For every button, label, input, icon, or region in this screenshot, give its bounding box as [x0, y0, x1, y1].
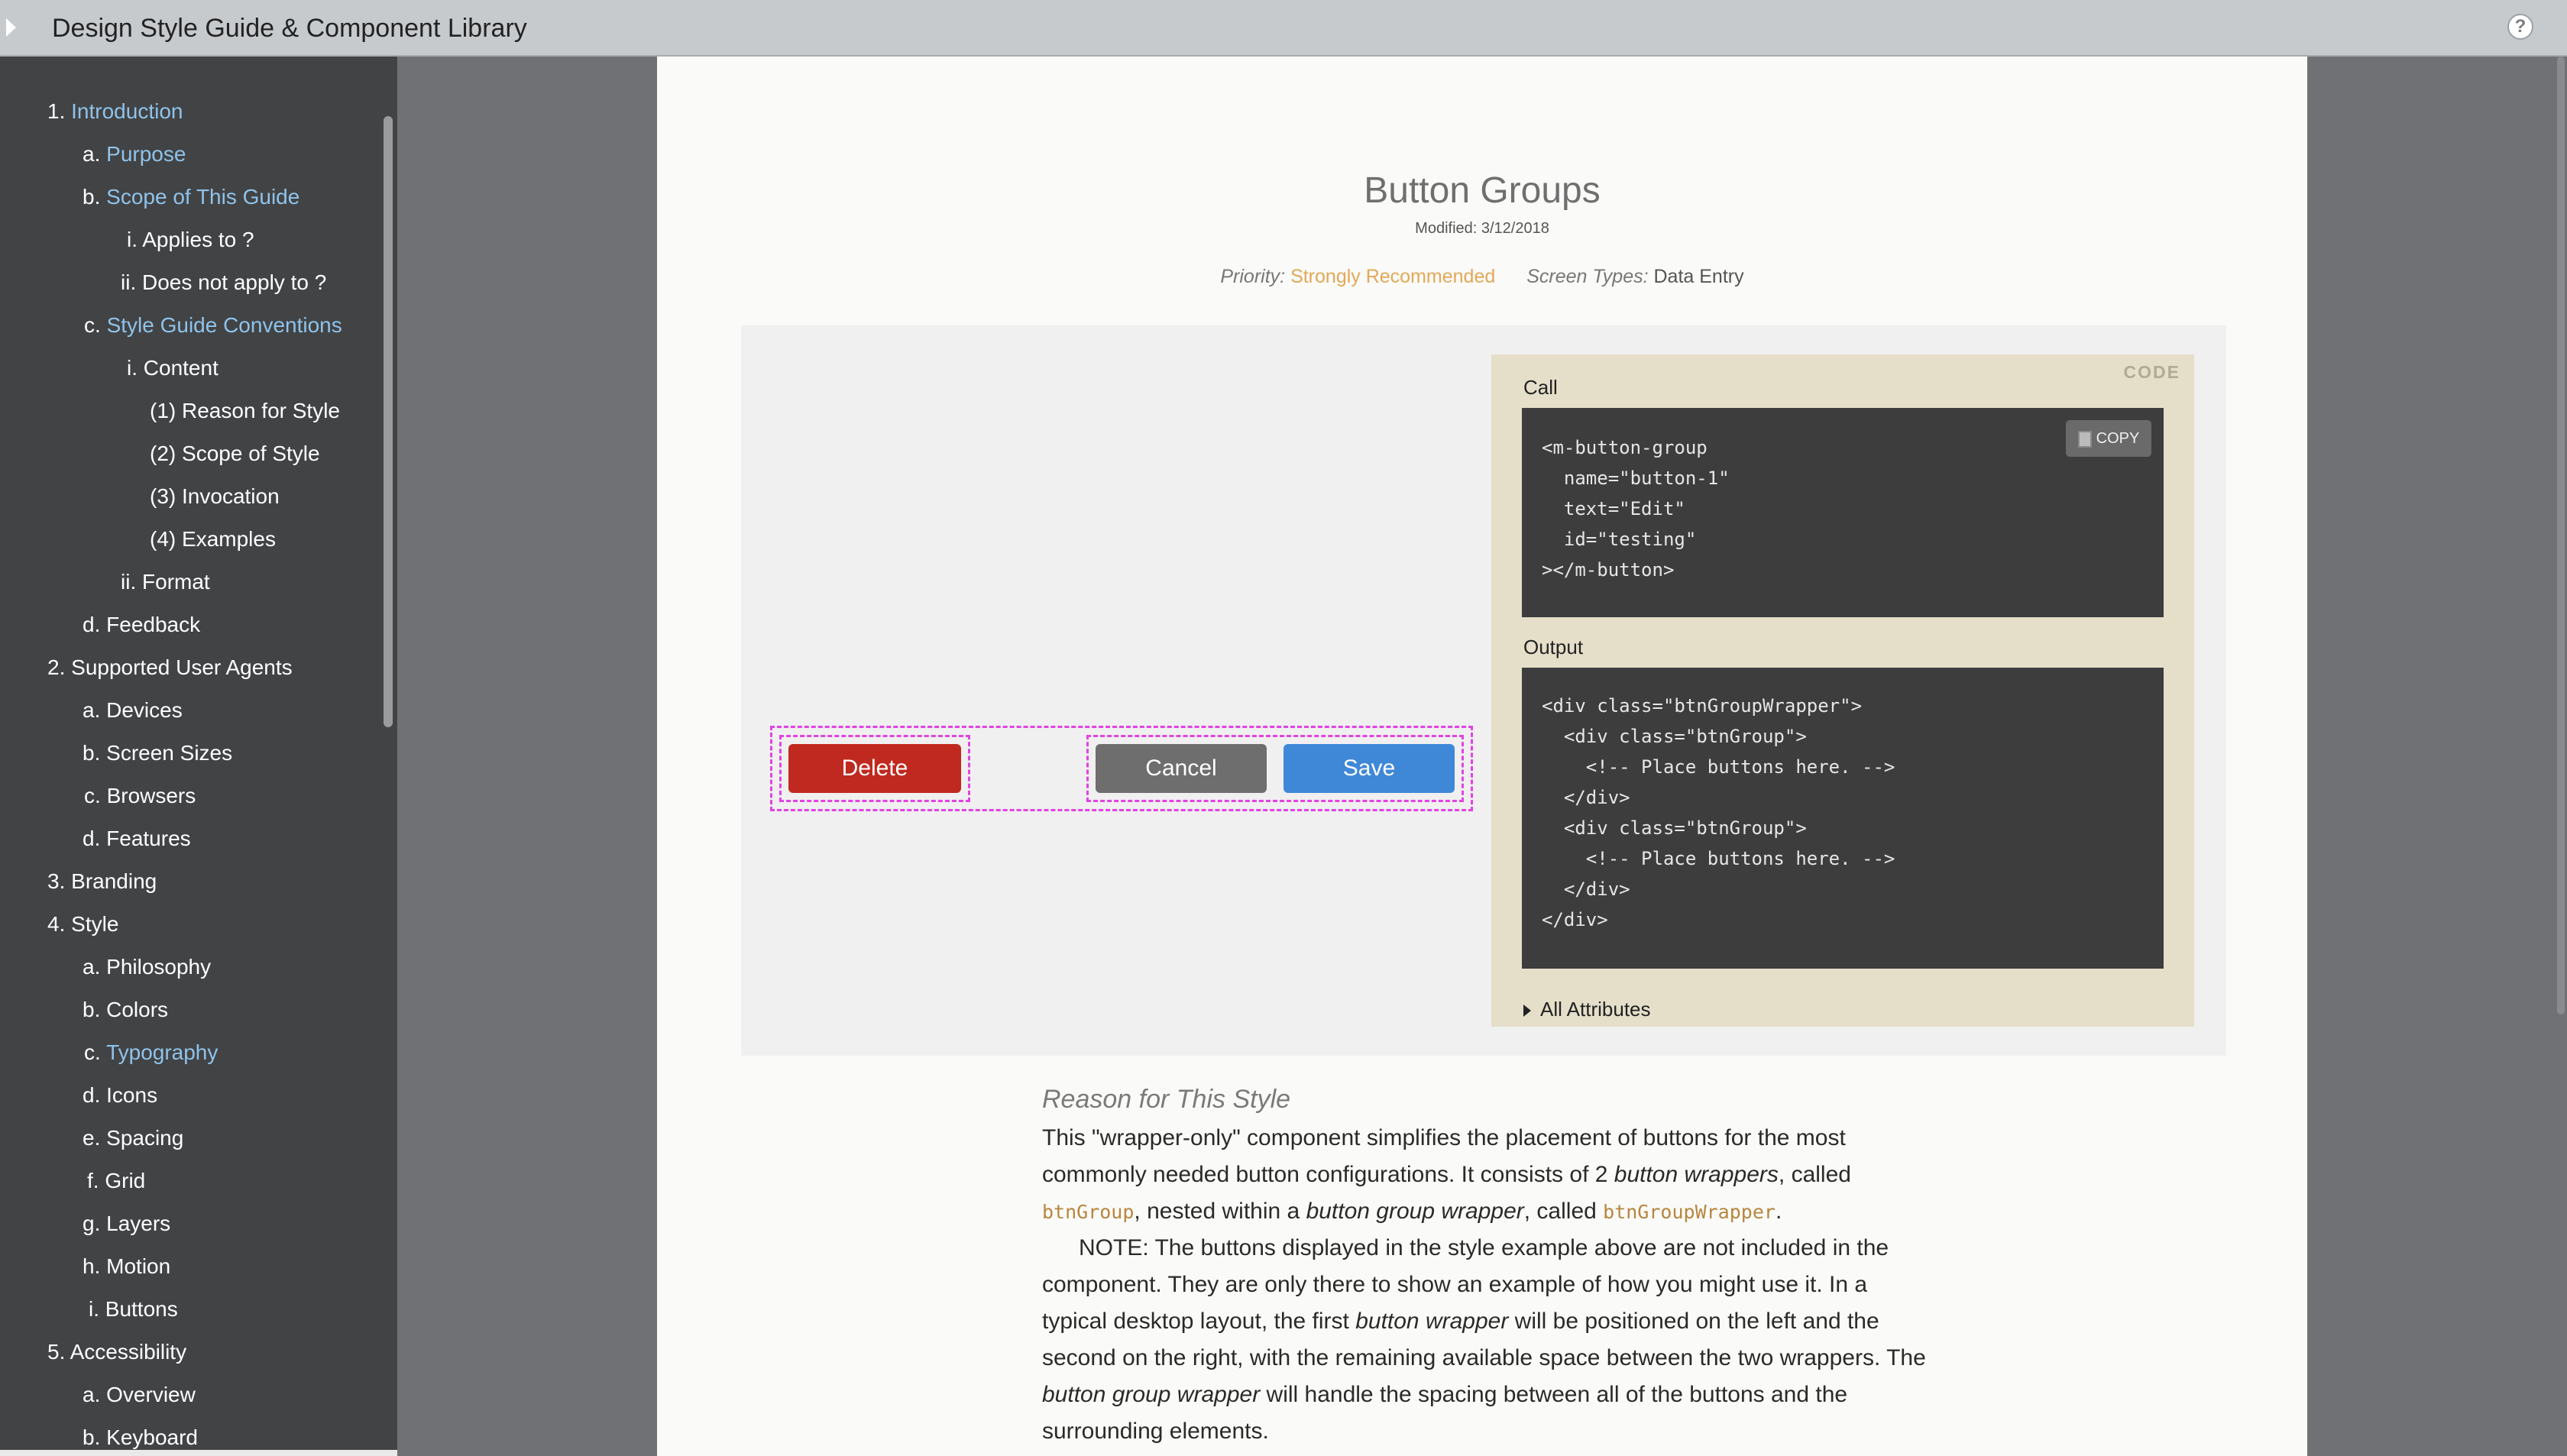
meta-row: Priority: Strongly Recommended Screen Ty… — [657, 266, 2307, 288]
sidebar-item-does-not-apply[interactable]: ii. Does not apply to ? — [121, 270, 326, 295]
main-scrollbar[interactable] — [2557, 57, 2565, 1014]
sidebar-item-colors[interactable]: b. Colors — [83, 998, 168, 1022]
page-title: Button Groups — [1364, 170, 1601, 211]
sidebar-item-screen-sizes[interactable]: b. Screen Sizes — [83, 741, 232, 765]
sidebar-item-icons[interactable]: d. Icons — [83, 1083, 157, 1108]
delete-button[interactable]: Delete — [788, 744, 961, 793]
sidebar-item-browsers[interactable]: c. Browsers — [84, 784, 196, 808]
sidebar-item-style[interactable]: 4. Style — [47, 912, 118, 937]
priority-value: Strongly Recommended — [1290, 266, 1496, 287]
sidebar-item-applies-to[interactable]: i. Applies to ? — [127, 228, 254, 252]
sidebar-item-grid[interactable]: f. Grid — [87, 1169, 145, 1193]
title-bar: Design Style Guide & Component Library ? — [0, 0, 2567, 57]
output-heading: Output — [1523, 636, 1584, 658]
save-button[interactable]: Save — [1284, 744, 1455, 793]
sidebar-item-scope[interactable]: b. Scope of This Guide — [83, 185, 299, 209]
call-code[interactable]: <m-button-group name="button-1" text="Ed… — [1542, 432, 1730, 585]
app-title: Design Style Guide & Component Library — [52, 14, 527, 43]
sidebar-item-layers[interactable]: g. Layers — [83, 1212, 170, 1236]
example-panel: Delete Cancel Save CODE Call <m-button-g… — [741, 325, 2226, 1056]
sidebar-toggle-icon[interactable] — [6, 18, 16, 37]
sidebar-item-supported-user-agents[interactable]: 2. Supported User Agents — [47, 655, 293, 680]
screen-types-value: Data Entry — [1653, 266, 1744, 287]
sidebar-item-overview[interactable]: a. Overview — [83, 1383, 196, 1407]
sidebar-item-buttons[interactable]: i. Buttons — [89, 1297, 178, 1322]
all-attributes-toggle[interactable]: All Attributes — [1523, 998, 1651, 1021]
modified-date: Modified: 3/12/2018 — [1415, 220, 1549, 237]
cancel-button[interactable]: Cancel — [1096, 744, 1267, 793]
output-code[interactable]: <div class="btnGroupWrapper"> <div class… — [1542, 691, 1895, 935]
sidebar-item-typography[interactable]: c. Typography — [84, 1040, 218, 1065]
main-content: Button Groups Modified: 3/12/2018 Priori… — [657, 57, 2307, 1456]
sidebar-item-scope-of-style[interactable]: (2) Scope of Style — [150, 442, 320, 466]
sidebar-item-invocation[interactable]: (3) Invocation — [150, 484, 280, 509]
code-tag: CODE — [2123, 362, 2180, 382]
screen-types-label: Screen Types: — [1526, 266, 1649, 287]
reason-paragraph-1: This "wrapper-only" component simplifies… — [1042, 1125, 1851, 1224]
sidebar-item-philosophy[interactable]: a. Philosophy — [83, 955, 211, 979]
sidebar-item-features[interactable]: d. Features — [83, 827, 191, 851]
sidebar-item-conventions[interactable]: c. Style Guide Conventions — [84, 313, 342, 338]
sidebar-nav: 1. Introduction a. Purpose b. Scope of T… — [0, 57, 397, 1451]
sidebar-item-devices[interactable]: a. Devices — [83, 698, 183, 723]
sidebar-item-introduction[interactable]: 1. Introduction — [47, 99, 183, 124]
call-code-box: <m-button-group name="button-1" text="Ed… — [1522, 408, 2164, 617]
sidebar-item-keyboard[interactable]: b. Keyboard — [83, 1425, 198, 1450]
copy-button[interactable]: COPY — [2066, 420, 2151, 457]
output-code-box: <div class="btnGroupWrapper"> <div class… — [1522, 668, 2164, 969]
sidebar-item-content[interactable]: i. Content — [127, 356, 219, 380]
reason-paragraph-2: NOTE: The buttons displayed in the style… — [1042, 1235, 1926, 1444]
sidebar-item-accessibility[interactable]: 5. Accessibility — [47, 1340, 186, 1364]
sidebar-item-purpose[interactable]: a. Purpose — [83, 142, 186, 167]
sidebar-item-feedback[interactable]: d. Feedback — [83, 613, 200, 637]
reason-heading: Reason for This Style — [1042, 1085, 1291, 1114]
priority-label: Priority: — [1220, 266, 1286, 287]
sidebar-item-branding[interactable]: 3. Branding — [47, 869, 157, 894]
copy-icon — [2077, 430, 2092, 448]
sidebar-item-format[interactable]: ii. Format — [121, 570, 210, 594]
call-heading: Call — [1523, 376, 1558, 399]
sidebar-item-spacing[interactable]: e. Spacing — [83, 1126, 183, 1150]
sidebar-item-motion[interactable]: h. Motion — [83, 1254, 170, 1279]
sidebar-item-reason-for-style[interactable]: (1) Reason for Style — [150, 399, 340, 423]
sidebar-scrollbar[interactable] — [384, 116, 393, 727]
disclosure-arrow-icon — [1523, 1005, 1531, 1018]
help-button[interactable]: ? — [2507, 14, 2533, 40]
code-panel: CODE Call <m-button-group name="button-1… — [1491, 354, 2194, 1027]
sidebar-footer-strip — [0, 1450, 397, 1456]
sidebar-item-examples[interactable]: (4) Examples — [150, 527, 276, 552]
